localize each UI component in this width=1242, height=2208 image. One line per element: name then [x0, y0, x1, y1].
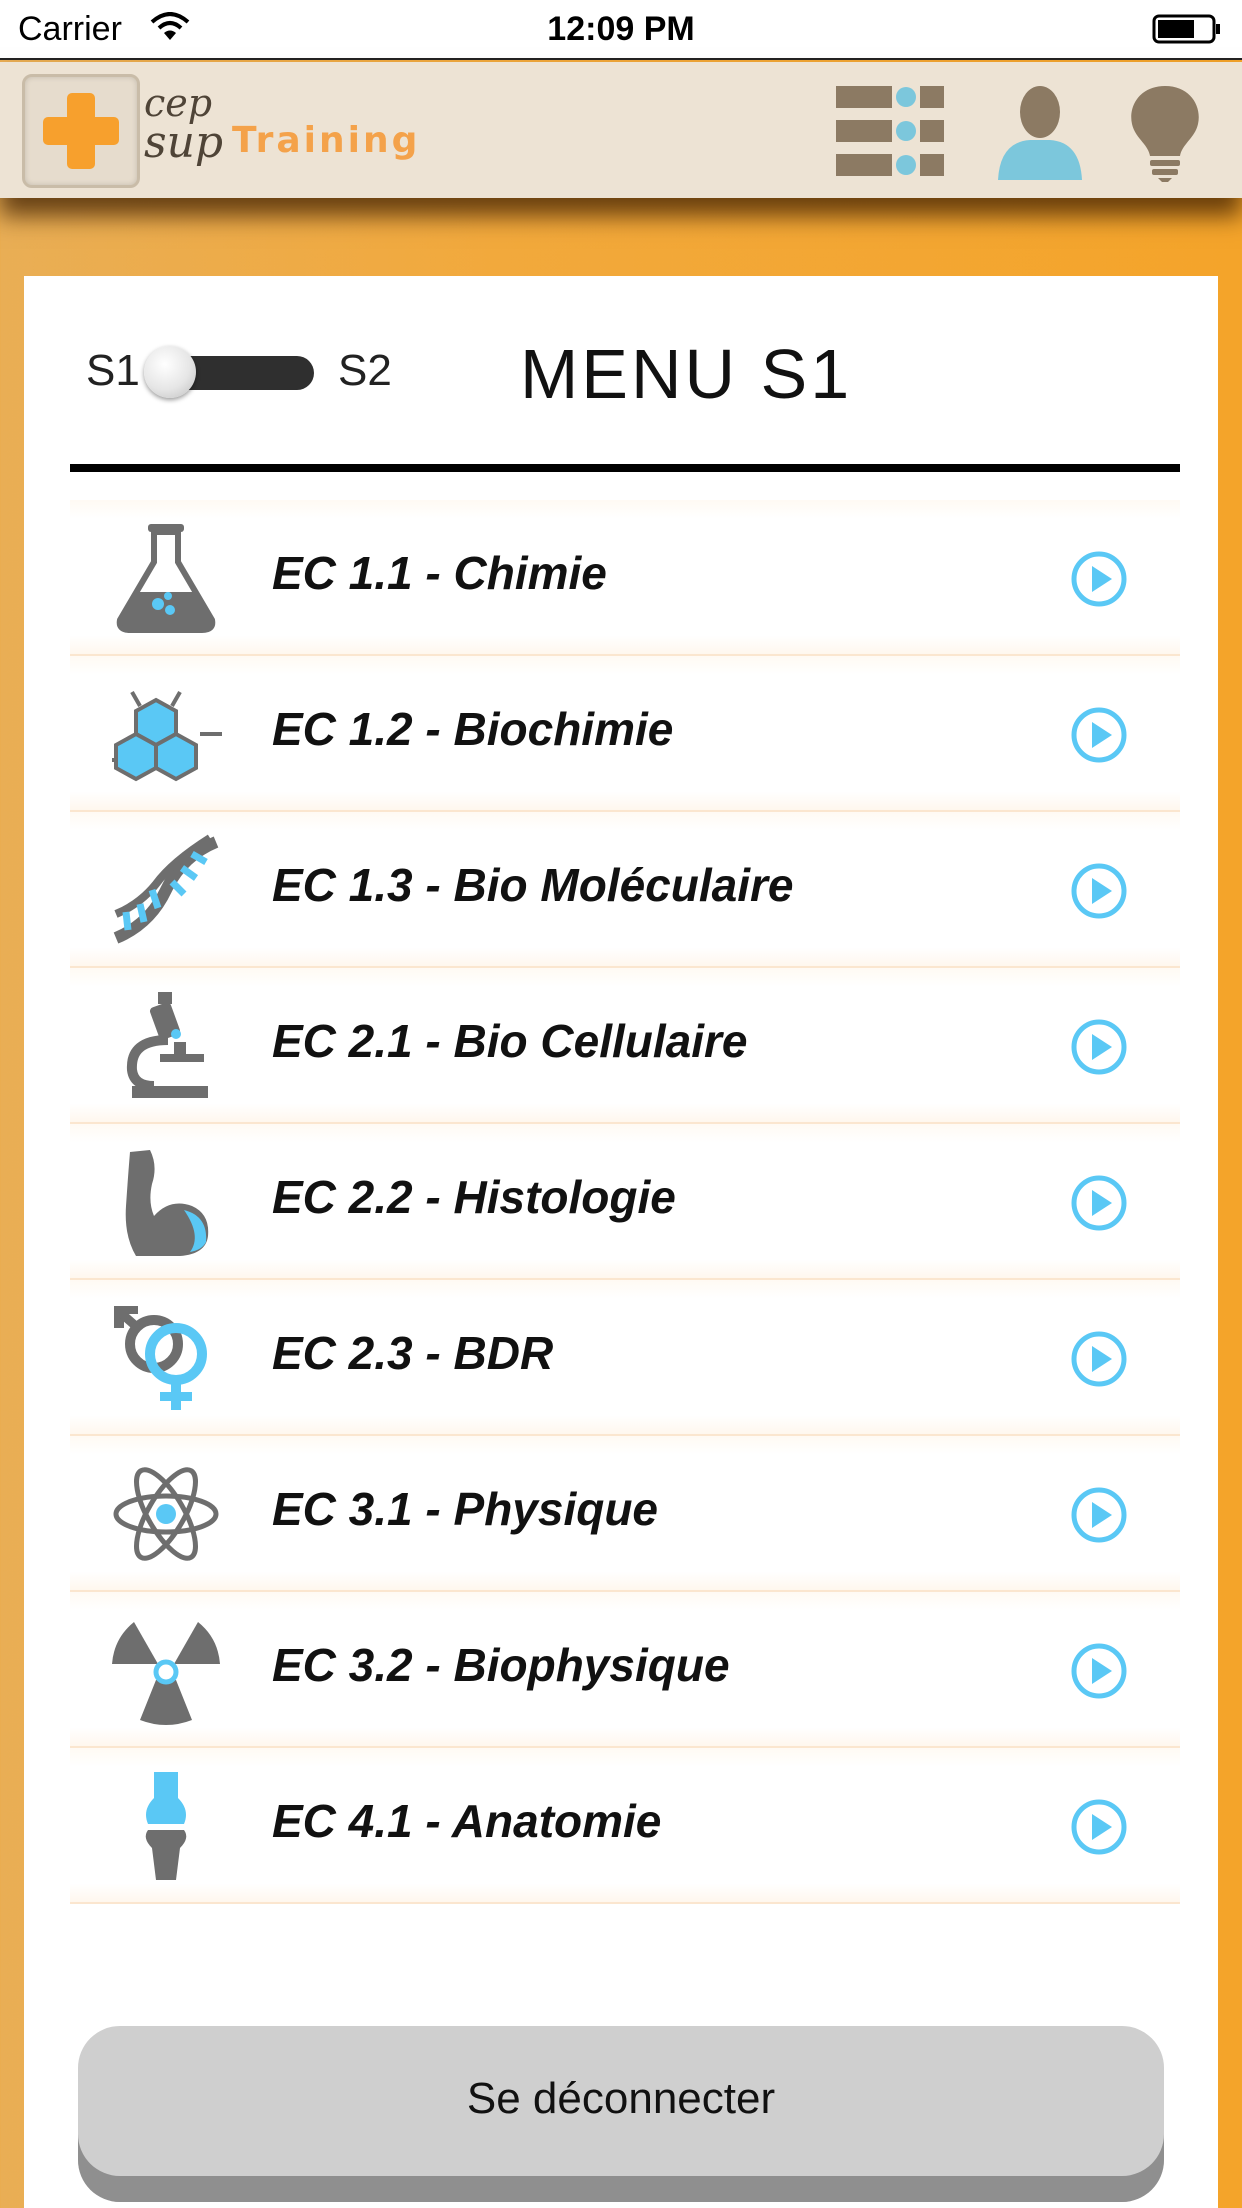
list-item-bio-cellulaire[interactable]: EC 2.1 - Bio Cellulaire [70, 968, 1180, 1124]
flask-icon [116, 524, 216, 633]
arm-muscle-icon [125, 1150, 209, 1256]
play-icon[interactable] [1070, 1642, 1128, 1700]
item-label: EC 3.1 - Physique [272, 1483, 659, 1535]
item-label: EC 1.3 - Bio Moléculaire [272, 859, 794, 911]
play-icon[interactable] [1070, 1174, 1128, 1232]
list-item-chimie[interactable]: EC 1.1 - Chimie [70, 500, 1180, 656]
item-label: EC 4.1 - Anatomie [272, 1795, 662, 1847]
list-item-anatomie[interactable]: EC 4.1 - Anatomie [70, 1748, 1180, 1904]
microscope-icon [126, 992, 208, 1098]
item-label: EC 1.1 - Chimie [272, 547, 607, 599]
page-title: MENU S1 [520, 335, 853, 413]
item-label: EC 2.1 - Bio Cellulaire [272, 1015, 748, 1067]
logout-button[interactable]: Se déconnecter [78, 2026, 1164, 2202]
menu-card: S1 S2 MENU S1 EC 1.1 - Chimie EC 1.2 - B… [24, 276, 1218, 2208]
status-bar: Carrier 12:09 PM [0, 0, 1242, 60]
logo-text-sup: sup [144, 117, 224, 168]
profile-icon [998, 86, 1082, 180]
title-divider [70, 464, 1180, 472]
list-item-histologie[interactable]: EC 2.2 - Histologie [70, 1124, 1180, 1280]
molecule-icon [112, 691, 222, 782]
list-item-physique[interactable]: EC 3.1 - Physique [70, 1436, 1180, 1592]
logo-text-training: Training [232, 120, 421, 161]
play-icon[interactable] [1070, 1798, 1128, 1856]
course-list: EC 1.1 - Chimie EC 1.2 - Biochimie EC 1.… [70, 500, 1180, 1904]
item-label: EC 1.2 - Biochimie [272, 703, 674, 755]
status-time: 12:09 PM [547, 10, 695, 48]
item-label: EC 2.3 - BDR [272, 1327, 554, 1379]
radiation-icon [112, 1622, 220, 1725]
play-icon[interactable] [1070, 1330, 1128, 1388]
gender-symbols-icon [114, 1306, 207, 1410]
bone-joint-icon [145, 1772, 187, 1880]
play-icon[interactable] [1070, 550, 1128, 608]
play-icon[interactable] [1070, 862, 1128, 920]
battery-icon [1152, 14, 1220, 44]
app-header: cep sup Training [0, 62, 1242, 198]
list-item-bio-moleculaire[interactable]: EC 1.3 - Bio Moléculaire [70, 812, 1180, 968]
item-label: EC 3.2 - Biophysique [272, 1639, 730, 1691]
toggle-label-s2: S2 [338, 346, 392, 395]
app-logo: cep sup Training [22, 74, 417, 190]
play-icon[interactable] [1070, 706, 1128, 764]
profile-button[interactable] [990, 82, 1090, 182]
semester-toggle[interactable]: S1 S2 [86, 340, 406, 400]
list-view-icon [836, 86, 944, 176]
list-item-biochimie[interactable]: EC 1.2 - Biochimie [70, 656, 1180, 812]
item-label: EC 2.2 - Histologie [272, 1171, 676, 1223]
plus-icon [43, 93, 119, 169]
list-item-biophysique[interactable]: EC 3.2 - Biophysique [70, 1592, 1180, 1748]
play-icon[interactable] [1070, 1018, 1128, 1076]
toggle-label-s1: S1 [86, 346, 140, 395]
list-item-bdr[interactable]: EC 2.3 - BDR [70, 1280, 1180, 1436]
play-icon[interactable] [1070, 1486, 1128, 1544]
atom-icon [113, 1467, 219, 1561]
lightbulb-icon [1131, 86, 1199, 182]
toggle-knob[interactable] [144, 346, 196, 398]
list-view-button[interactable] [830, 82, 950, 182]
tips-button[interactable] [1120, 82, 1210, 182]
logo-plus-badge [22, 74, 140, 188]
dna-icon [113, 834, 219, 944]
